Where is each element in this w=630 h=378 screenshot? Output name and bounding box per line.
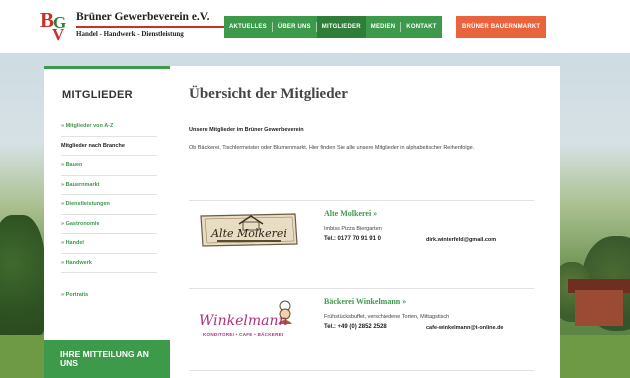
sidebar-title: MITGLIEDER: [62, 89, 133, 101]
logo-subtitle: Handel - Handwerk - Dienstleistung: [76, 30, 184, 38]
nav-item-mitglieder[interactable]: MITGLIEDER: [316, 16, 366, 38]
sidebar-item-bauen[interactable]: » Bauen: [61, 156, 157, 176]
logo-mark: B G V: [40, 10, 74, 44]
logo-divider: [76, 26, 228, 28]
sidebar-item-gastronomie[interactable]: » Gastronomie: [61, 215, 157, 234]
alte-molkerei-logo-text: Alte Molkerei: [210, 227, 287, 240]
nav-item-ueber-uns[interactable]: ÜBER UNS: [273, 16, 316, 38]
logo-title: Brüner Gewerbeverein e.V.: [76, 11, 210, 23]
background-house: [575, 290, 623, 326]
sidebar-item-a-z[interactable]: » Mitglieder von A-Z: [61, 117, 157, 137]
mitteilung-banner-label: IHRE MITTEILUNG AN UNS: [60, 349, 149, 368]
site-header: B G V Brüner Gewerbeverein e.V. Handel -…: [0, 0, 630, 53]
alte-molkerei-logo[interactable]: Alte Molkerei: [199, 210, 299, 250]
background-tree: [0, 215, 45, 335]
site-logo[interactable]: B G V Brüner Gewerbeverein e.V. Handel -…: [40, 10, 230, 44]
nav-item-kontakt[interactable]: KONTAKT: [401, 16, 441, 38]
intro-heading: Unsere Mitglieder im Brüner Gewerbeverei…: [189, 127, 304, 133]
member-name-link[interactable]: Alte Molkerei »: [324, 209, 377, 218]
sidebar-item-handwerk[interactable]: » Handwerk: [61, 254, 157, 273]
divider: [189, 288, 534, 289]
alte-molkerei-sign: Alte Molkerei: [200, 213, 298, 247]
member-name-link[interactable]: Bäckerei Winkelmann »: [324, 297, 406, 306]
logo-letter-v: V: [52, 25, 65, 44]
sidebar-item-nach-branche[interactable]: Mitglieder nach Branche: [61, 137, 157, 156]
page-title: Übersicht der Mitglieder: [189, 86, 348, 102]
sidebar-item-bauernmarkt[interactable]: » Bauernmarkt: [61, 176, 157, 195]
nav-item-medien[interactable]: MEDIEN: [366, 16, 401, 38]
main-nav: AKTUELLES ÜBER UNS MITGLIEDER MEDIEN KON…: [224, 16, 442, 38]
member-phone: Tel.: +49 (0) 2852 2528: [324, 324, 387, 330]
winkelmann-logo-subtext: KONDITOREI • CAFE • BÄCKEREI: [203, 332, 284, 337]
member-phone: Tel.: 0177 70 91 91 0: [324, 236, 381, 242]
mitteilung-banner-button[interactable]: IHRE MITTEILUNG AN UNS: [44, 340, 170, 378]
intro-text: Ob Bäckerei, Tischlermeister oder Blumen…: [189, 145, 475, 151]
sidebar-item-dienstleistungen[interactable]: » Dienstleistungen: [61, 195, 157, 215]
nav-item-aktuelles[interactable]: AKTUELLES: [224, 16, 272, 38]
winkelmann-logo[interactable]: Winkelmann KONDITOREI • CAFE • BÄCKEREI: [199, 300, 299, 340]
divider: [189, 370, 534, 371]
sidebar: MITGLIEDER » Mitglieder von A-Z Mitglied…: [44, 66, 170, 378]
divider: [189, 200, 534, 201]
member-description: Imbiss Pizza Biergarten: [324, 226, 382, 232]
bauernmarkt-button[interactable]: BRÜNER BAUERNMARKT: [456, 16, 547, 38]
sidebar-menu: » Mitglieder von A-Z Mitglieder nach Bra…: [61, 117, 157, 305]
winkelmann-logo-text: Winkelmann: [199, 313, 288, 329]
sidebar-item-handel[interactable]: » Handel: [61, 234, 157, 254]
main-content: Übersicht der Mitglieder Unsere Mitglied…: [170, 66, 560, 378]
member-email-link[interactable]: dirk.winterfeld@gmail.com: [426, 237, 496, 243]
member-description: Frühstücksbuffet, verschiedene Torten, M…: [324, 314, 450, 320]
sidebar-item-portraits[interactable]: » Portraits: [61, 285, 157, 305]
member-email-link[interactable]: cafe-winkelmann@t-online.de: [426, 325, 504, 331]
